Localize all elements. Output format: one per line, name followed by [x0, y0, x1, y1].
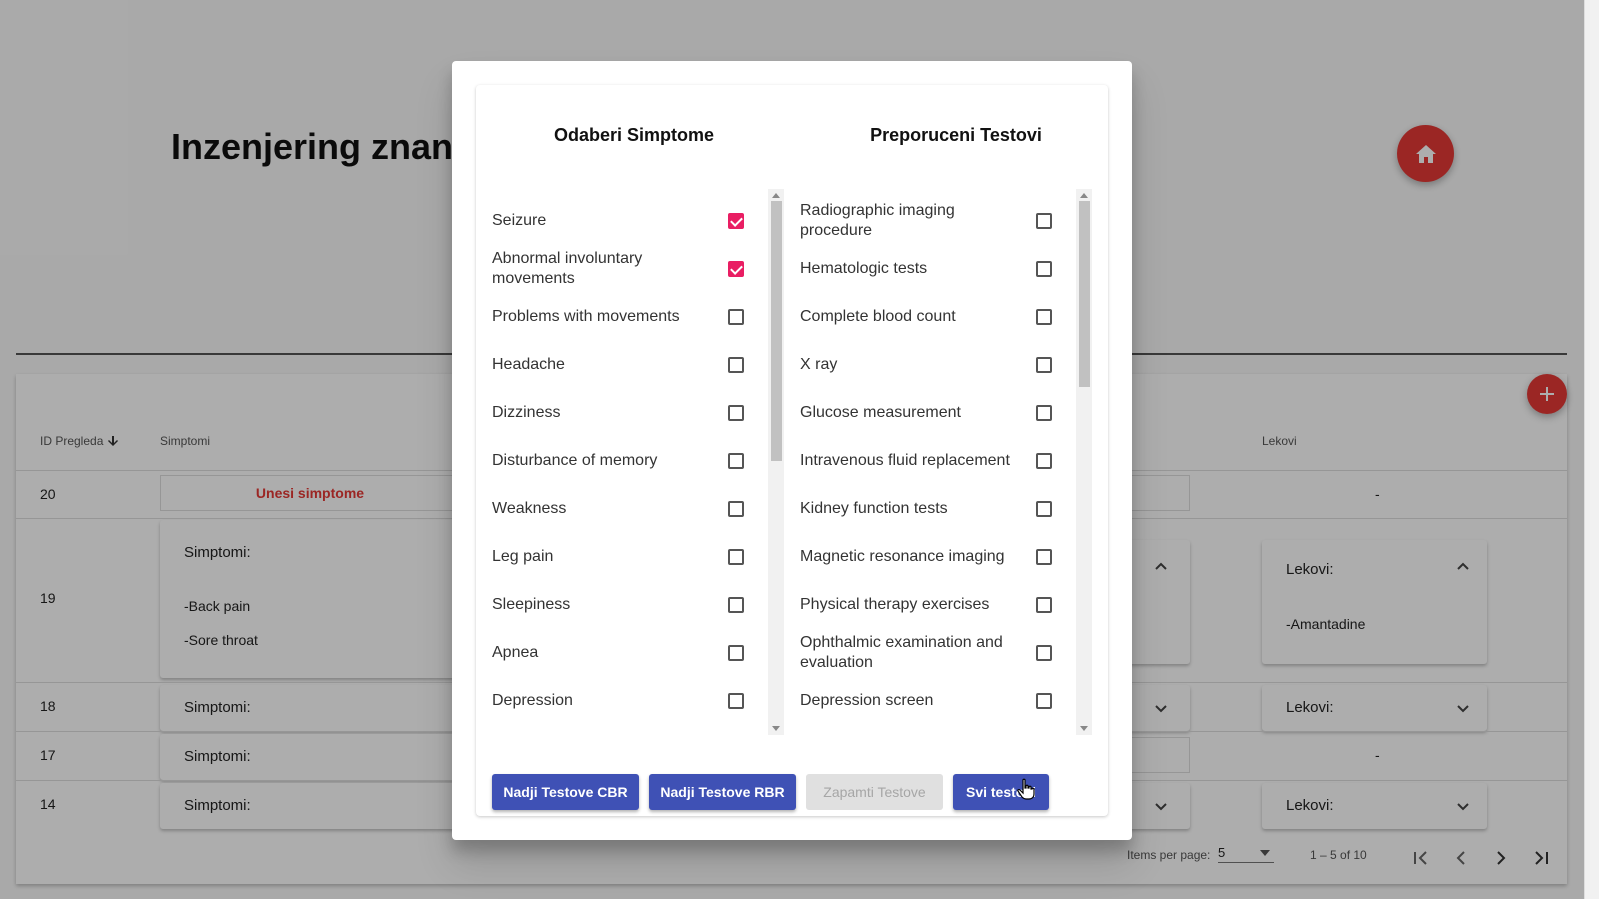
test-option[interactable]: Depression screen [792, 677, 1057, 725]
test-checkbox[interactable] [1036, 597, 1052, 613]
test-label: Ophthalmic examination and evaluation [800, 634, 1003, 671]
symptom-checkbox[interactable] [728, 645, 744, 661]
test-label: Glucose measurement [800, 404, 961, 421]
symptom-checkbox[interactable] [728, 597, 744, 613]
test-option[interactable]: X ray [792, 341, 1057, 389]
symptom-label: Seizure [492, 212, 547, 229]
test-checkbox[interactable] [1036, 357, 1052, 373]
symptom-checkbox[interactable] [728, 261, 744, 277]
test-label: Physical therapy exercises [800, 596, 990, 613]
symptom-label: Headache [492, 356, 565, 373]
symptom-option[interactable]: Abnormal involuntary movements [484, 245, 749, 293]
symptoms-scrollbar[interactable] [768, 189, 784, 735]
test-checkbox[interactable] [1036, 645, 1052, 661]
test-option[interactable]: Ophthalmic examination and evaluation [792, 629, 1057, 677]
symptoms-title: Odaberi Simptome [553, 125, 715, 145]
symptom-option[interactable]: Headache [484, 341, 749, 389]
test-label: Magnetic resonance imaging [800, 548, 1005, 565]
symptom-checkbox[interactable] [728, 693, 744, 709]
symptom-label: Problems with movements [492, 308, 680, 325]
tests-scrollbar[interactable] [1076, 189, 1092, 735]
symptom-option[interactable]: Apnea [484, 629, 749, 677]
scroll-thumb[interactable] [1079, 201, 1090, 387]
symptom-checkbox[interactable] [728, 357, 744, 373]
symptom-checkbox[interactable] [728, 501, 744, 517]
symptom-label: Depression [492, 692, 573, 709]
page-scrollbar[interactable] [1584, 0, 1599, 899]
symptom-label: Apnea [492, 644, 539, 661]
symptom-label: Leg pain [492, 548, 554, 565]
symptom-option[interactable]: Dizziness [484, 389, 749, 437]
test-option[interactable]: Physical therapy exercises [792, 581, 1057, 629]
test-checkbox[interactable] [1036, 405, 1052, 421]
symptom-option[interactable]: Sleepiness [484, 581, 749, 629]
dialog-card: Odaberi Simptome Preporuceni Testovi Sei… [476, 85, 1108, 816]
scroll-down-arrow-icon[interactable] [1080, 726, 1088, 731]
test-checkbox[interactable] [1036, 309, 1052, 325]
save-tests-button[interactable]: Zapamti Testove [806, 774, 943, 810]
test-label: Complete blood count [800, 308, 956, 325]
symptom-test-dialog: Odaberi Simptome Preporuceni Testovi Sei… [452, 61, 1132, 840]
test-option[interactable]: Hematologic tests [792, 245, 1057, 293]
symptom-label: Weakness [492, 500, 567, 517]
test-checkbox[interactable] [1036, 453, 1052, 469]
test-checkbox[interactable] [1036, 549, 1052, 565]
symptom-option[interactable]: Problems with movements [484, 293, 749, 341]
test-label: Depression screen [800, 692, 934, 709]
scroll-thumb[interactable] [771, 201, 782, 461]
symptom-label: Dizziness [492, 404, 561, 421]
test-option[interactable]: Glucose measurement [792, 389, 1057, 437]
test-checkbox[interactable] [1036, 261, 1052, 277]
symptom-checkbox[interactable] [728, 405, 744, 421]
test-option[interactable]: Magnetic resonance imaging [792, 533, 1057, 581]
test-option[interactable]: Intravenous fluid replacement [792, 437, 1057, 485]
test-label: Intravenous fluid replacement [800, 452, 1010, 469]
hand-cursor-icon [1017, 778, 1035, 800]
symptom-label: Abnormal involuntary movements [492, 250, 643, 287]
symptom-checkbox[interactable] [728, 549, 744, 565]
test-label: Kidney function tests [800, 500, 948, 517]
test-checkbox[interactable] [1036, 213, 1052, 229]
symptom-checkbox[interactable] [728, 213, 744, 229]
test-option[interactable]: Kidney function tests [792, 485, 1057, 533]
symptom-checkbox[interactable] [728, 309, 744, 325]
test-label: Radiographic imaging procedure [800, 202, 955, 239]
test-label: X ray [800, 356, 838, 373]
test-option[interactable]: Radiographic imaging procedure [792, 197, 1057, 245]
symptom-option[interactable]: Weakness [484, 485, 749, 533]
symptom-label: Sleepiness [492, 596, 571, 613]
scroll-up-arrow-icon[interactable] [772, 193, 780, 198]
symptom-option[interactable]: Seizure [484, 197, 749, 245]
symptom-option[interactable]: Disturbance of memory [484, 437, 749, 485]
symptoms-list: Seizure Abnormal involuntary movements Pro… [484, 189, 784, 735]
find-tests-cbr-button[interactable]: Nadji Testove CBR [492, 774, 639, 810]
symptom-checkbox[interactable] [728, 453, 744, 469]
test-option[interactable]: Complete blood count [792, 293, 1057, 341]
test-checkbox[interactable] [1036, 693, 1052, 709]
symptom-option[interactable]: Leg pain [484, 533, 749, 581]
scroll-up-arrow-icon[interactable] [1080, 193, 1088, 198]
test-label: Hematologic tests [800, 260, 928, 277]
scroll-down-arrow-icon[interactable] [772, 726, 780, 731]
find-tests-rbr-button[interactable]: Nadji Testove RBR [649, 774, 796, 810]
tests-list: Radiographic imaging procedure Hematologi… [792, 189, 1092, 735]
symptom-option[interactable]: Depression [484, 677, 749, 725]
symptom-label: Disturbance of memory [492, 452, 658, 469]
test-checkbox[interactable] [1036, 501, 1052, 517]
tests-title: Preporuceni Testovi [870, 125, 1042, 145]
